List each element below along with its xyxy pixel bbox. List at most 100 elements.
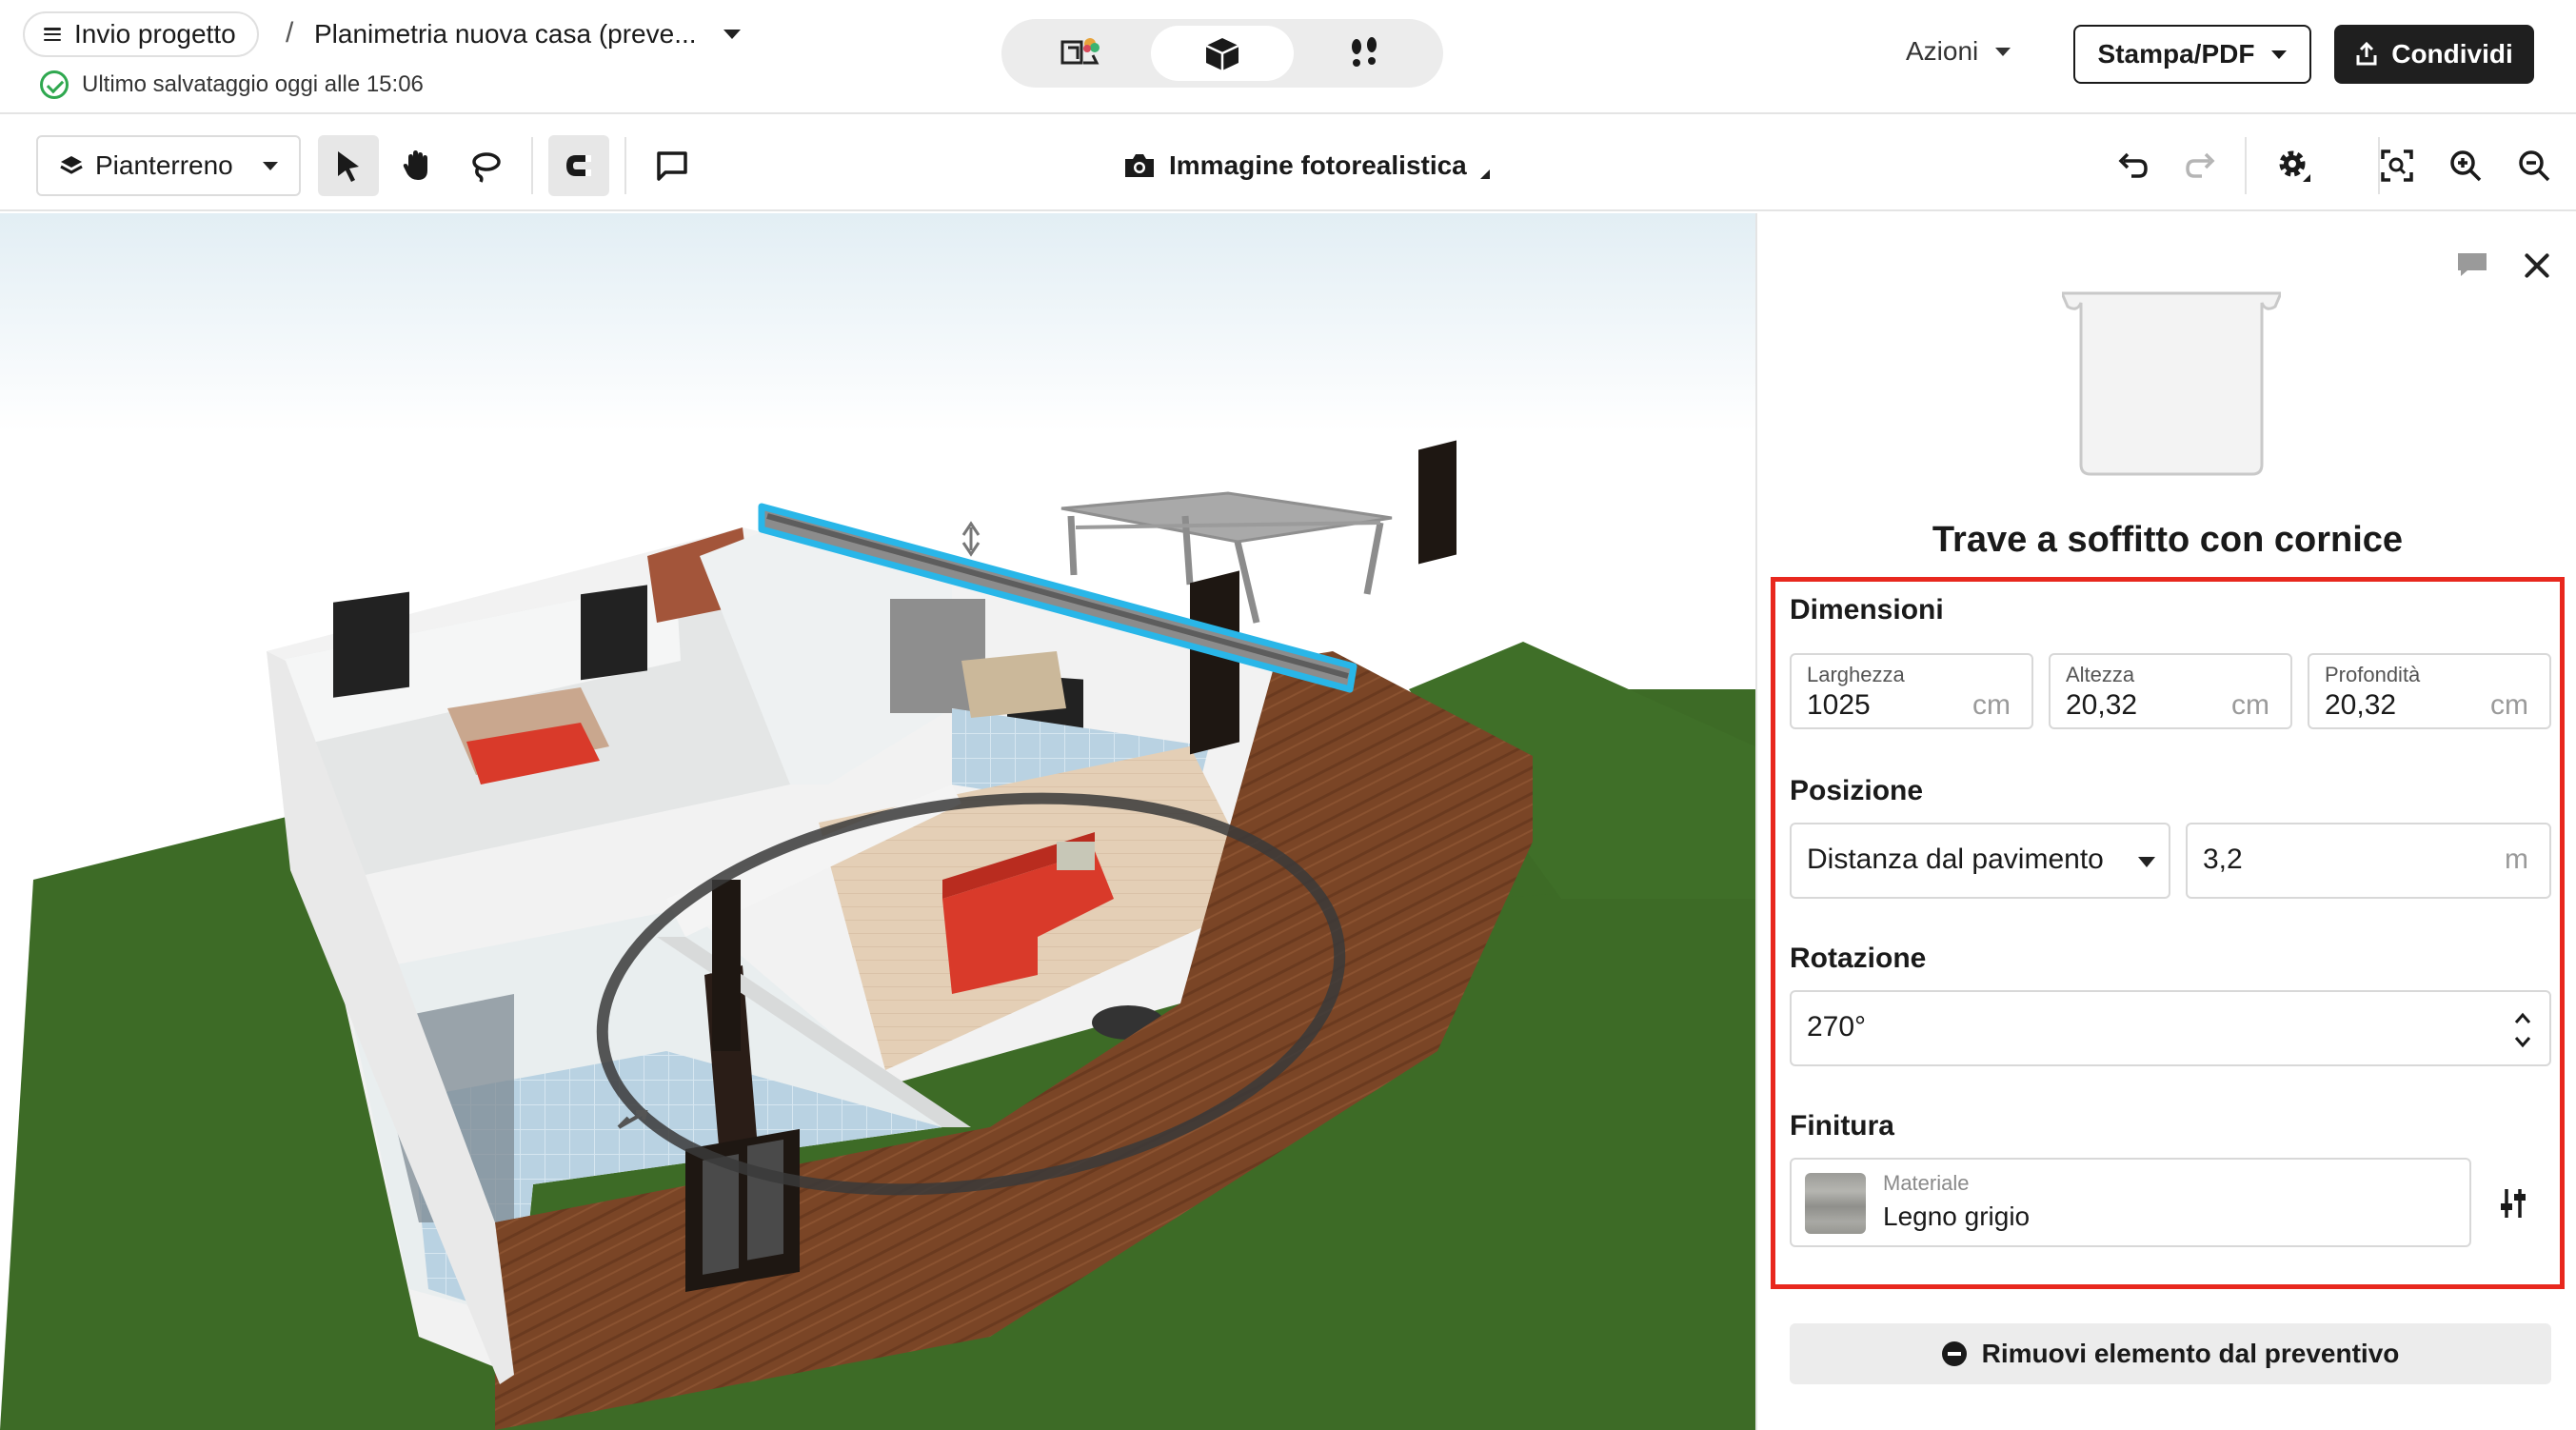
actions-menu[interactable]: Azioni	[1906, 36, 2011, 67]
print-pdf-button[interactable]: Stampa/PDF	[2073, 25, 2311, 84]
fit-view-icon	[2381, 149, 2413, 182]
remove-from-quote-label: Rimuovi elemento dal preventivo	[1981, 1339, 2400, 1368]
undo-button[interactable]	[2102, 135, 2163, 196]
settings-gear-icon	[2279, 150, 2310, 182]
top-header: Invio progetto / Planimetria nuova casa …	[0, 0, 2576, 114]
save-status-text: Ultimo salvataggio oggi alle 15:06	[82, 71, 424, 97]
3d-house-render[interactable]	[0, 213, 1755, 1430]
rotation-field[interactable]: 270°	[1790, 990, 2551, 1066]
undo-icon	[2118, 152, 2148, 178]
view-mode-switch	[1001, 19, 1443, 88]
finish-title: Finitura	[1790, 1110, 1894, 1142]
select-tool[interactable]	[318, 135, 379, 196]
zoom-in-icon	[2450, 150, 2482, 182]
3d-box-view-icon	[1205, 38, 1239, 70]
lasso-tool[interactable]	[455, 135, 516, 196]
position-title: Posizione	[1790, 775, 1924, 806]
view-3d-button[interactable]	[1151, 26, 1294, 81]
photorealistic-label: Immagine fotorealistica	[1169, 150, 1467, 180]
sliders-icon	[2501, 1189, 2526, 1218]
position-mode-value: Distanza dal pavimento	[1807, 844, 2104, 875]
pan-tool[interactable]	[386, 135, 447, 196]
comment-icon[interactable]	[2456, 251, 2488, 278]
material-swatch	[1805, 1173, 1866, 1234]
properties-panel: Trave a soffitto con cornice Dimensioni …	[1755, 213, 2576, 1430]
lasso-icon	[472, 152, 501, 183]
width-unit: cm	[1972, 689, 2011, 721]
chevron-down-icon	[2271, 50, 2288, 59]
toolbar-divider	[624, 137, 626, 194]
chevron-down-icon	[263, 161, 278, 170]
walkthrough-footprints-icon	[1352, 37, 1377, 67]
walkthrough-button[interactable]	[1294, 26, 1436, 81]
settings-button[interactable]	[2264, 135, 2325, 196]
material-select[interactable]: Materiale Legno grigio	[1790, 1158, 2471, 1247]
redo-icon	[2186, 152, 2215, 178]
close-icon[interactable]	[2523, 251, 2551, 280]
save-status: Ultimo salvataggio oggi alle 15:06	[40, 70, 424, 99]
floor-label: Pianterreno	[95, 150, 233, 180]
2d-3d-view-icon	[1060, 38, 1100, 65]
zoom-in-button[interactable]	[2435, 135, 2496, 196]
hamburger-icon	[44, 28, 61, 41]
toolbar-divider	[531, 137, 533, 194]
zoom-out-icon	[2519, 150, 2550, 182]
position-value[interactable]: 3,2	[2203, 844, 2243, 876]
rotation-title: Rotazione	[1790, 943, 1927, 974]
editor-toolbar: Pianterreno Immagine fotorealistica	[0, 116, 2576, 211]
material-settings-button[interactable]	[2492, 1182, 2534, 1224]
position-mode-select[interactable]: Distanza dal pavimento	[1790, 823, 2170, 899]
item-title: Trave a soffitto con cornice	[1932, 520, 2404, 560]
depth-unit: cm	[2490, 689, 2528, 721]
toolbar-divider	[2245, 137, 2247, 194]
3d-viewport[interactable]	[0, 213, 1755, 1430]
redo-button[interactable]	[2170, 135, 2231, 196]
check-circle-icon	[40, 70, 69, 99]
corner-triangle-icon	[1479, 169, 1490, 179]
pan-hand-icon	[403, 150, 427, 180]
depth-label: Profondità	[2325, 663, 2421, 686]
chevron-down-icon	[1995, 47, 2011, 56]
floor-select[interactable]: Pianterreno	[36, 135, 301, 196]
height-unit: cm	[2231, 689, 2269, 721]
snap-tool[interactable]	[548, 135, 609, 196]
material-value: Legno grigio	[1883, 1202, 2031, 1231]
project-menu-button[interactable]: Invio progetto	[23, 11, 259, 57]
share-label: Condividi	[2391, 39, 2513, 69]
view-2d-3d-button[interactable]	[1009, 26, 1151, 81]
width-field[interactable]: Larghezza 1025 cm	[1790, 653, 2033, 729]
item-preview-image	[2062, 291, 2281, 476]
photorealistic-image-button[interactable]: Immagine fotorealistica	[1123, 150, 1490, 181]
magnet-snap-icon	[566, 155, 591, 176]
share-button[interactable]: Condividi	[2334, 25, 2534, 84]
comment-icon	[657, 151, 687, 181]
rotation-value[interactable]: 270°	[1807, 1011, 1866, 1043]
height-field[interactable]: Altezza 20,32 cm	[2049, 653, 2292, 729]
stepper-arrows-icon[interactable]	[2511, 1003, 2534, 1057]
height-label: Altezza	[2066, 663, 2135, 686]
project-menu-label: Invio progetto	[74, 19, 236, 49]
project-title[interactable]: Planimetria nuova casa (preve...	[314, 19, 697, 50]
comment-tool[interactable]	[642, 135, 703, 196]
remove-from-quote-button[interactable]: Rimuovi elemento dal preventivo	[1790, 1323, 2551, 1384]
width-label: Larghezza	[1807, 663, 1905, 686]
position-unit: m	[2505, 844, 2528, 875]
print-pdf-label: Stampa/PDF	[2097, 39, 2255, 69]
actions-label: Azioni	[1906, 36, 1979, 66]
fit-view-button[interactable]	[2367, 135, 2427, 196]
height-value[interactable]: 20,32	[2066, 689, 2137, 722]
position-value-field[interactable]: 3,2 m	[2186, 823, 2551, 899]
width-value[interactable]: 1025	[1807, 689, 1871, 722]
chevron-down-icon	[2138, 857, 2155, 867]
depth-value[interactable]: 20,32	[2325, 689, 2396, 722]
depth-field[interactable]: Profondità 20,32 cm	[2308, 653, 2551, 729]
chevron-down-icon[interactable]	[723, 30, 741, 39]
zoom-out-button[interactable]	[2504, 135, 2565, 196]
camera-icon	[1125, 154, 1154, 177]
select-arrow-icon	[338, 151, 359, 182]
delete-material-button[interactable]	[2566, 1182, 2576, 1224]
breadcrumb-separator: /	[286, 17, 294, 49]
minus-circle-icon	[1941, 1341, 1967, 1366]
material-label: Materiale	[1883, 1171, 1970, 1195]
layers-icon	[60, 156, 83, 174]
